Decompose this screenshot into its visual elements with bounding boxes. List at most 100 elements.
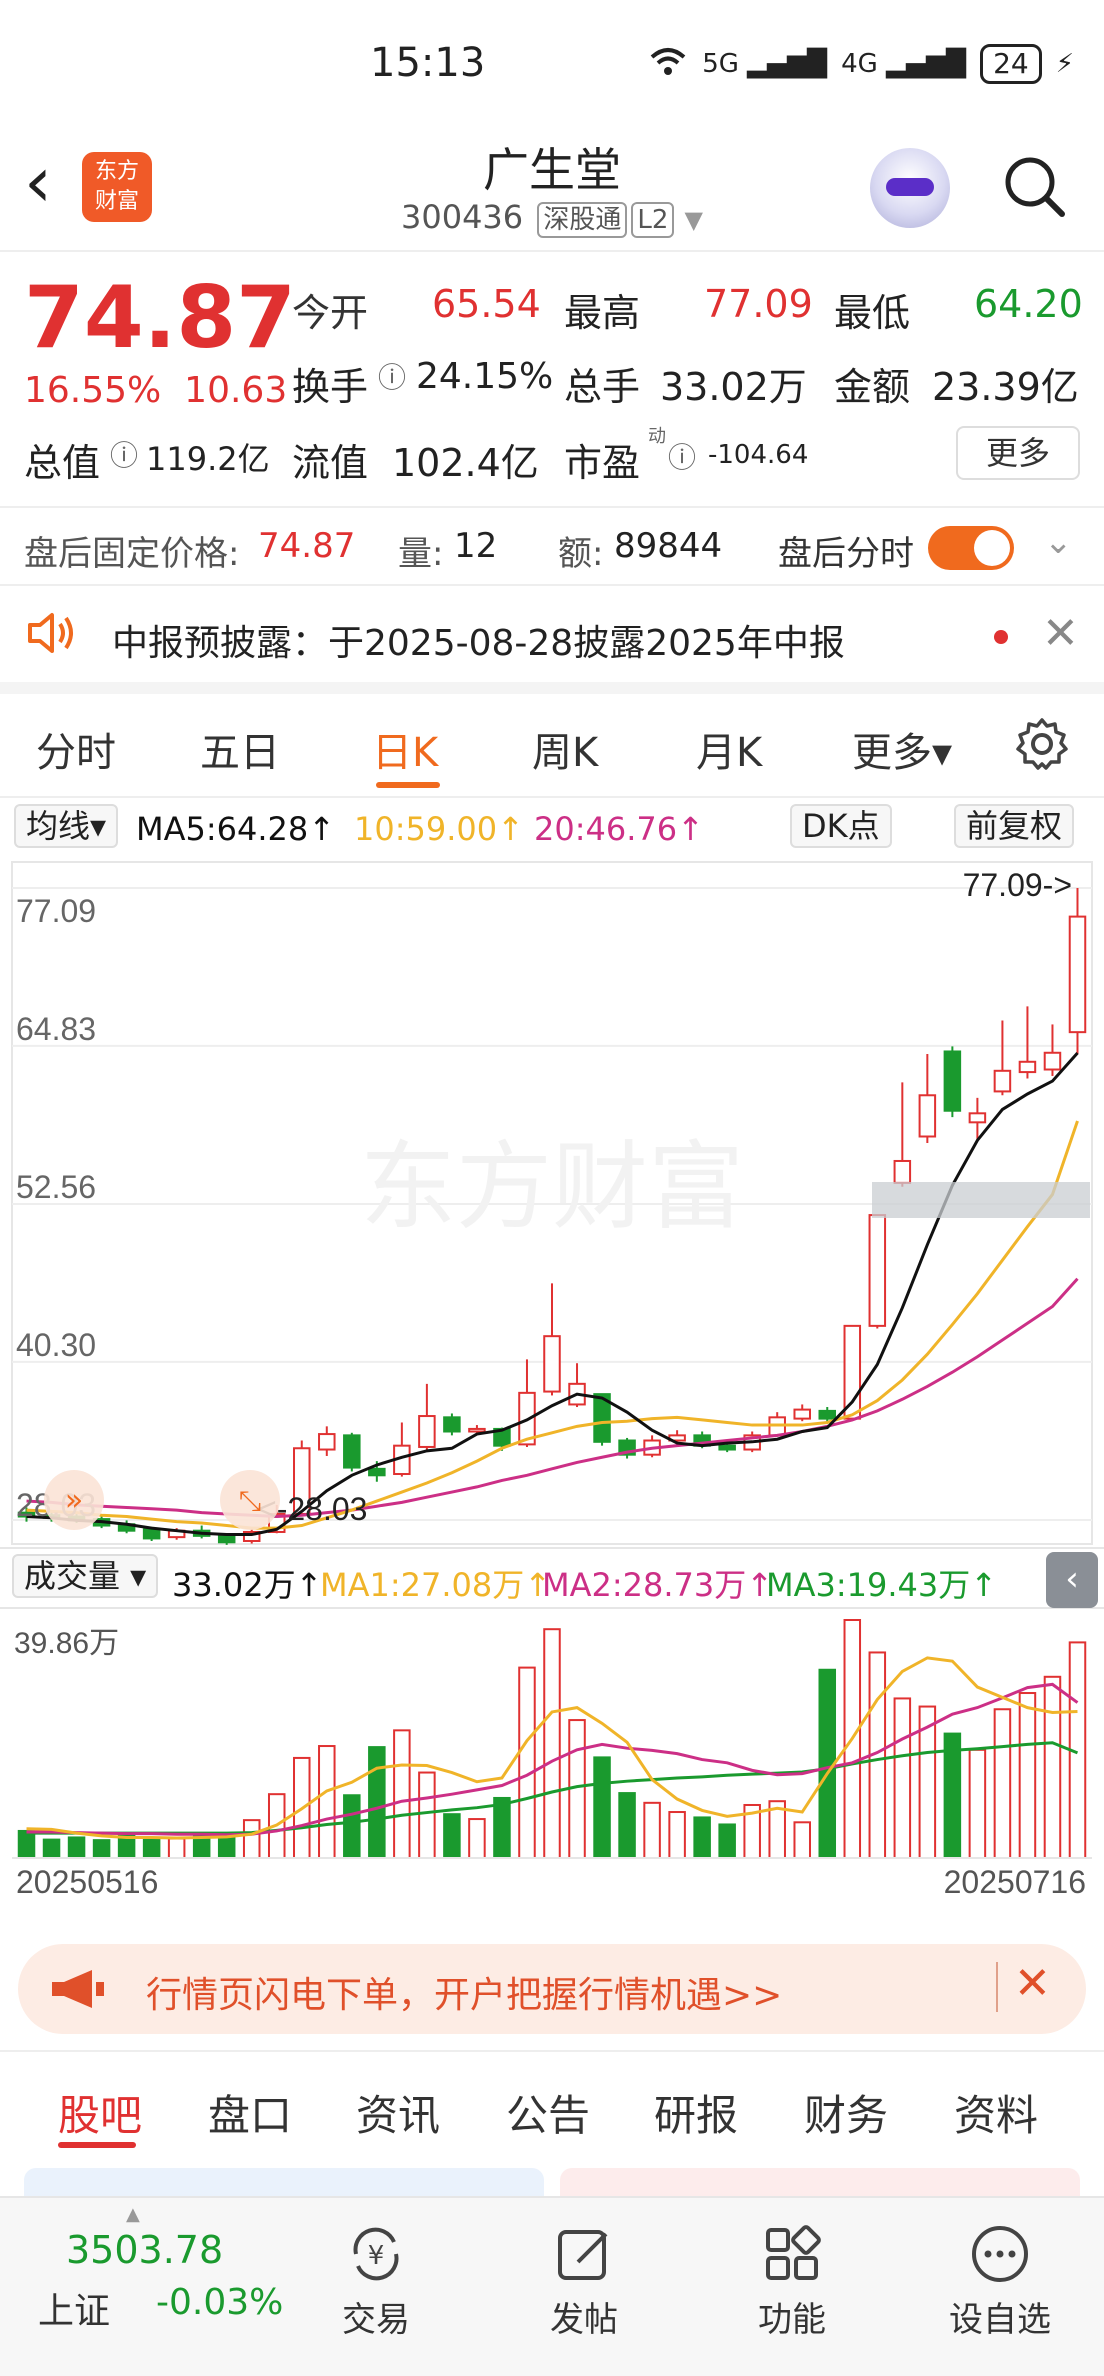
tab-finance[interactable]: 财务 bbox=[804, 2082, 888, 2143]
ma20-value: 20:46.76↑ bbox=[534, 810, 704, 848]
nav-functions[interactable]: 功能 bbox=[692, 2198, 892, 2341]
nav-watchlist[interactable]: 设自选 bbox=[900, 2198, 1100, 2341]
tab-daily-k[interactable]: 日K bbox=[372, 720, 438, 778]
nav-watchlist-label: 设自选 bbox=[949, 2300, 1051, 2340]
pe-superscript: 动 bbox=[648, 426, 666, 447]
signal-5g-label: 5G bbox=[702, 49, 739, 79]
current-price: 74.87 bbox=[24, 268, 297, 368]
candle-body bbox=[1043, 1051, 1062, 1071]
more-button[interactable]: 更多 bbox=[956, 426, 1080, 480]
candle-body bbox=[343, 1434, 361, 1469]
volume-bar bbox=[67, 1836, 86, 1859]
after-vol-value: 12 bbox=[454, 526, 498, 566]
candle-body bbox=[818, 1409, 837, 1420]
high-value: 77.09 bbox=[704, 282, 813, 326]
after-hours-toggle[interactable] bbox=[928, 526, 1014, 570]
candle-body bbox=[368, 1467, 386, 1477]
kline-chart-area[interactable]: 东方财富 77.0964.8352.5640.3028.03 77.09-> <… bbox=[0, 860, 1104, 1910]
tab-profile[interactable]: 资料 bbox=[954, 2082, 1038, 2143]
tab-more[interactable]: 更多▾ bbox=[852, 720, 952, 778]
highlight-zone bbox=[872, 1182, 1090, 1218]
volume-bar bbox=[142, 1838, 161, 1859]
nav-post-label: 发帖 bbox=[550, 2300, 618, 2340]
volume-bar bbox=[493, 1796, 511, 1860]
tag-connect: 深股通 bbox=[537, 202, 628, 238]
y-tick-label: 77.09 bbox=[16, 893, 96, 929]
volume-bar bbox=[468, 1818, 486, 1860]
banner-close-icon[interactable]: ✕ bbox=[1014, 1958, 1051, 2009]
status-bar: 15:13 5G ▂▄▆█ 4G ▂▄▆█ 24 ⚡ bbox=[0, 0, 1104, 130]
search-icon[interactable] bbox=[1002, 154, 1066, 218]
signal-5g-icon: 5G ▂▄▆█ bbox=[702, 49, 828, 79]
notice-bar[interactable]: 中报预披露：于2025-08-28披露2025年中报 ✕ bbox=[0, 586, 1104, 694]
tab-intraday[interactable]: 分时 bbox=[36, 720, 116, 778]
price-change-row: 16.55% 10.63 bbox=[24, 370, 287, 411]
assistant-robot-icon[interactable] bbox=[870, 148, 950, 228]
nav-trade-label: 交易 bbox=[342, 2300, 410, 2340]
candle-body bbox=[543, 1335, 561, 1393]
mktcap-info-icon[interactable]: ⓘ bbox=[110, 434, 138, 474]
tab-orderbook[interactable]: 盘口 bbox=[208, 2082, 292, 2143]
period-tabs: 分时 五日 日K 周K 月K 更多▾ bbox=[0, 694, 1104, 798]
dk-point-button[interactable]: DK点 bbox=[790, 804, 892, 848]
tab-five-day[interactable]: 五日 bbox=[200, 720, 280, 778]
pe-value: -104.64 bbox=[708, 440, 809, 470]
volume-bar bbox=[368, 1746, 386, 1860]
candle-body bbox=[943, 1050, 962, 1112]
volume-bar bbox=[593, 1756, 611, 1860]
volume-indicator-select[interactable]: 成交量 ▾ bbox=[12, 1554, 159, 1598]
volume-bar bbox=[242, 1819, 261, 1859]
change-amount: 10.63 bbox=[184, 370, 288, 411]
caret-up-icon: ▲ bbox=[126, 2204, 140, 2225]
date-start: 20250516 bbox=[16, 1864, 158, 1900]
tab-forum[interactable]: 股吧 bbox=[58, 2082, 142, 2143]
nav-trade[interactable]: ¥ 交易 bbox=[276, 2198, 476, 2341]
index-ticker[interactable]: ▲ 3503.78 上证 -0.03% bbox=[0, 2198, 290, 2376]
promo-banner[interactable]: 行情页闪电下单，开户把握行情机遇>> ✕ bbox=[18, 1944, 1086, 2034]
speaker-icon bbox=[24, 608, 80, 667]
tab-research[interactable]: 研报 bbox=[654, 2082, 738, 2143]
volume-bar bbox=[42, 1838, 61, 1859]
kline-svg[interactable]: 东方财富 77.0964.8352.5640.3028.03 77.09-> <… bbox=[0, 860, 1104, 1910]
tab-news[interactable]: 资讯 bbox=[356, 2082, 440, 2143]
mktcap-value: 119.2亿 bbox=[146, 440, 270, 478]
stock-header: ‹ 东方 财富 广生堂 300436 深股通 L2 ▼ bbox=[0, 130, 1104, 252]
volume-bars bbox=[12, 1619, 1092, 1860]
tab-announcements[interactable]: 公告 bbox=[506, 2082, 590, 2143]
open-label: 今开 bbox=[292, 291, 369, 335]
open-field: 今开 bbox=[292, 282, 368, 337]
ma-select[interactable]: 均线▾ bbox=[14, 804, 119, 848]
status-time: 15:13 bbox=[370, 40, 486, 86]
candle-body bbox=[217, 1534, 236, 1544]
double-chevron-icon: » bbox=[65, 1483, 83, 1518]
signal-4g-label: 4G bbox=[841, 49, 878, 79]
active-tab-indicator bbox=[376, 782, 440, 788]
info-icon[interactable]: ⓘ bbox=[378, 356, 406, 396]
nav-post[interactable]: 发帖 bbox=[484, 2198, 684, 2341]
tab-monthly-k[interactable]: 月K bbox=[696, 720, 762, 778]
mktcap-label: 总值 bbox=[24, 441, 101, 485]
volume-bar bbox=[618, 1792, 636, 1859]
settings-gear-icon[interactable] bbox=[1014, 716, 1070, 782]
chevron-down-icon[interactable]: ⌄ bbox=[1044, 522, 1073, 562]
bottom-navigation: ▲ 3503.78 上证 -0.03% ¥ 交易 发帖 功能 设自选 bbox=[0, 2196, 1104, 2376]
volume-bar bbox=[793, 1821, 811, 1859]
volume-bar bbox=[217, 1836, 236, 1859]
battery-icon: 24 bbox=[980, 44, 1042, 84]
close-icon[interactable]: ✕ bbox=[1042, 608, 1079, 659]
adjust-button[interactable]: 前复权 bbox=[954, 804, 1075, 848]
volume-ma2: MA2:28.73万↑ bbox=[542, 1566, 774, 1604]
y-tick-label: 40.30 bbox=[16, 1327, 96, 1363]
grid-icon bbox=[760, 2222, 824, 2286]
volume-bar bbox=[92, 1839, 111, 1860]
ma10-value: 10:59.00↑ bbox=[354, 810, 524, 848]
tab-weekly-k[interactable]: 周K bbox=[532, 720, 598, 778]
volume-bar bbox=[668, 1811, 686, 1859]
volume-bar bbox=[418, 1771, 436, 1860]
pe-info-icon[interactable]: ⓘ bbox=[668, 436, 696, 476]
index-name: 上证 bbox=[38, 2291, 111, 2332]
ma-legend-row: 均线▾ MA5:64.28↑ 10:59.00↑ 20:46.76↑ DK点 前… bbox=[0, 800, 1104, 860]
change-percent: 16.55% bbox=[24, 370, 162, 411]
notice-text: 中报预披露：于2025-08-28披露2025年中报 bbox=[112, 623, 845, 664]
collapse-panel-button[interactable]: ‹ bbox=[1046, 1552, 1098, 1608]
